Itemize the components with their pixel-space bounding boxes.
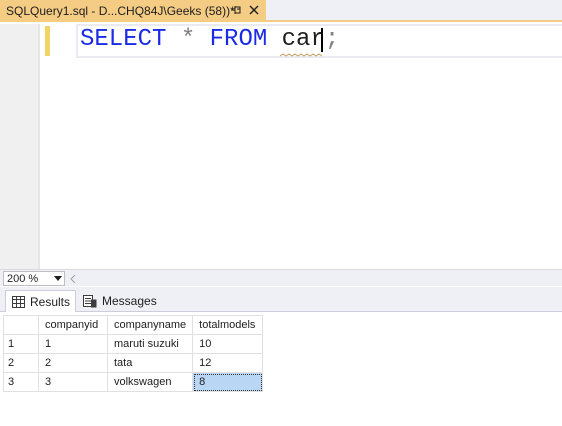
row-number[interactable]: 1 xyxy=(3,334,39,354)
text-caret xyxy=(321,28,323,52)
cell-companyid[interactable]: 2 xyxy=(38,353,108,373)
chevron-down-icon[interactable] xyxy=(52,272,64,285)
change-indicator-bar xyxy=(45,26,50,56)
results-grid-area: companyid companyname totalmodels 1 1 ma… xyxy=(0,312,562,426)
column-header-companyname[interactable]: companyname xyxy=(106,315,194,335)
grid-icon xyxy=(12,295,25,308)
cell-totalmodels-selected[interactable]: 8 xyxy=(192,372,264,392)
cell-companyname[interactable]: maruti suzuki xyxy=(106,334,194,354)
row-number[interactable]: 2 xyxy=(3,353,39,373)
keyword-from: FROM xyxy=(209,26,268,53)
table-row: 1 1 maruti suzuki 10 xyxy=(3,334,264,354)
table-row: 2 2 tata 12 xyxy=(3,353,264,373)
tab-results-label: Results xyxy=(30,294,71,309)
query-editor[interactable]: SELECT * FROM car; xyxy=(0,24,562,269)
cell-companyid[interactable]: 1 xyxy=(38,334,108,354)
margin-divider xyxy=(38,24,40,269)
table-row: 3 3 volkswagen 8 xyxy=(3,372,264,392)
zoom-value: 200 % xyxy=(7,272,39,285)
error-squiggle xyxy=(280,53,322,57)
results-tab-strip: Results Messages xyxy=(0,287,562,312)
zoom-bar: 200 % xyxy=(0,269,562,286)
table-identifier: car xyxy=(281,26,325,53)
grid-corner-cell[interactable] xyxy=(3,315,39,335)
editor-margin xyxy=(0,24,38,269)
document-tab-bar: SQLQuery1.sql - D...CHQ84J\Geeks (58))* xyxy=(0,0,562,22)
scroll-left-icon[interactable] xyxy=(67,272,79,285)
cell-companyname[interactable]: tata xyxy=(106,353,194,373)
messages-icon xyxy=(83,294,97,307)
close-icon[interactable] xyxy=(247,3,261,17)
results-grid: companyid companyname totalmodels 1 1 ma… xyxy=(3,315,264,392)
row-number[interactable]: 3 xyxy=(3,372,39,392)
column-header-companyid[interactable]: companyid xyxy=(38,315,108,335)
document-tab[interactable]: SQLQuery1.sql - D...CHQ84J\Geeks (58))* xyxy=(0,0,266,22)
operator-star: * xyxy=(180,26,196,53)
cell-companyid[interactable]: 3 xyxy=(38,372,108,392)
tab-results[interactable]: Results xyxy=(5,290,76,312)
keyword-select: SELECT xyxy=(80,26,167,53)
semicolon: ; xyxy=(324,26,340,53)
zoom-dropdown[interactable]: 200 % xyxy=(3,271,65,286)
cell-totalmodels[interactable]: 10 xyxy=(192,334,264,354)
pin-icon[interactable] xyxy=(229,3,243,17)
tab-messages-label: Messages xyxy=(102,294,157,308)
cell-totalmodels[interactable]: 12 xyxy=(192,353,264,373)
document-tab-title: SQLQuery1.sql - D...CHQ84J\Geeks (58))* xyxy=(6,4,235,18)
column-header-totalmodels[interactable]: totalmodels xyxy=(192,315,264,335)
cell-companyname[interactable]: volkswagen xyxy=(106,372,194,392)
tab-messages[interactable]: Messages xyxy=(77,290,157,312)
grid-header-row: companyid companyname totalmodels xyxy=(3,315,264,335)
code-line-1[interactable]: SELECT * FROM car; xyxy=(80,25,339,55)
